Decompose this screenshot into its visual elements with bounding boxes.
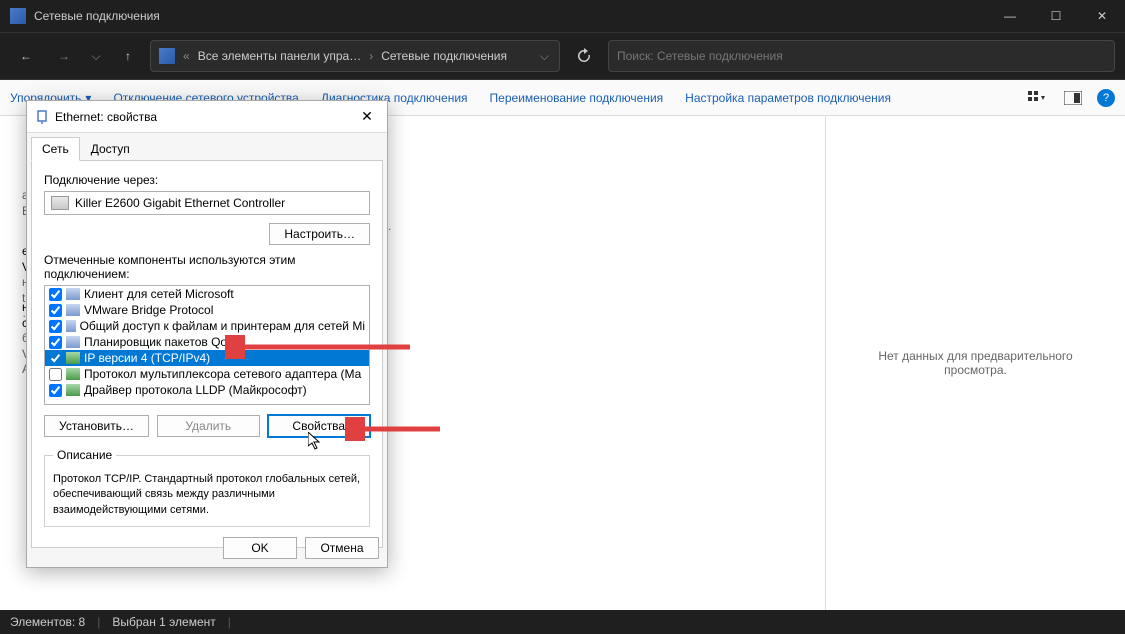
forward-button[interactable]: → <box>48 40 80 72</box>
client-icon <box>66 336 80 348</box>
component-checkbox[interactable] <box>49 336 62 349</box>
dialog-title-text: Ethernet: свойства <box>55 110 157 124</box>
view-icon <box>1028 91 1046 105</box>
component-checkbox[interactable] <box>49 320 62 333</box>
component-checkbox[interactable] <box>49 352 62 365</box>
description-group: Описание Протокол TCP/IP. Стандартный пр… <box>44 447 370 527</box>
component-row[interactable]: Планировщик пакетов QoS <box>45 334 369 350</box>
component-row[interactable]: IP версии 4 (TCP/IPv4) <box>45 350 369 366</box>
component-row[interactable]: Протокол мультиплексора сетевого адаптер… <box>45 366 369 382</box>
location-icon <box>159 48 175 64</box>
components-list[interactable]: Клиент для сетей Microsoft VMware Bridge … <box>44 285 370 405</box>
configure-button[interactable]: Настроить… <box>269 223 370 245</box>
component-label: Общий доступ к файлам и принтерам для се… <box>80 319 365 333</box>
search-placeholder: Поиск: Сетевые подключения <box>617 49 783 63</box>
connection-settings-button[interactable]: Настройка параметров подключения <box>685 91 891 105</box>
protocol-icon <box>66 384 80 396</box>
adapter-name: Killer E2600 Gigabit Ethernet Controller <box>75 196 285 210</box>
component-label: Протокол мультиплексора сетевого адаптер… <box>84 367 361 381</box>
preview-pane-button[interactable] <box>1061 86 1085 110</box>
chevron-icon: « <box>181 49 192 63</box>
cancel-button[interactable]: Отмена <box>305 537 379 559</box>
tab-network[interactable]: Сеть <box>31 137 80 161</box>
item-count: Элементов: 8 <box>10 615 85 629</box>
component-checkbox[interactable] <box>49 384 62 397</box>
component-row[interactable]: Драйвер протокола LLDP (Майкрософт) <box>45 382 369 398</box>
component-checkbox[interactable] <box>49 288 62 301</box>
dialog-close-button[interactable]: ✕ <box>355 105 379 129</box>
selection-count: Выбран 1 элемент <box>112 615 215 629</box>
status-bar: Элементов: 8 | Выбран 1 элемент | <box>0 610 1125 634</box>
ethernet-properties-dialog: Ethernet: свойства ✕ Сеть Доступ Подключ… <box>26 100 388 568</box>
minimize-button[interactable]: — <box>987 0 1033 32</box>
close-button[interactable]: ✕ <box>1079 0 1125 32</box>
component-row[interactable]: Общий доступ к файлам и принтерам для се… <box>45 318 369 334</box>
component-label: Драйвер протокола LLDP (Майкрософт) <box>84 383 307 397</box>
titlebar: Сетевые подключения — ☐ ✕ <box>0 0 1125 32</box>
tab-access[interactable]: Доступ <box>80 137 141 161</box>
description-text: Протокол TCP/IP. Стандартный протокол гл… <box>53 472 361 518</box>
rename-button[interactable]: Переименование подключения <box>490 91 664 105</box>
component-row[interactable]: Клиент для сетей Microsoft <box>45 286 369 302</box>
ethernet-icon <box>35 110 49 124</box>
tab-content: Подключение через: Killer E2600 Gigabit … <box>31 160 383 548</box>
preview-pane: Нет данных для предварительного просмотр… <box>825 116 1125 610</box>
properties-button[interactable]: Свойства <box>268 415 371 437</box>
component-row[interactable]: VMware Bridge Protocol <box>45 302 369 318</box>
description-title: Описание <box>53 447 116 464</box>
preview-icon <box>1064 91 1082 105</box>
refresh-icon <box>576 48 592 64</box>
component-label: VMware Bridge Protocol <box>84 303 213 317</box>
up-button[interactable]: ↑ <box>112 40 144 72</box>
preview-empty-text: Нет данных для предварительного просмотр… <box>846 349 1105 377</box>
component-checkbox[interactable] <box>49 304 62 317</box>
connect-via-label: Подключение через: <box>44 173 370 187</box>
client-icon <box>66 304 80 316</box>
adapter-icon <box>51 196 69 210</box>
breadcrumb-current[interactable]: Сетевые подключения <box>381 49 507 63</box>
chevron-icon: › <box>367 49 375 63</box>
adapter-field: Killer E2600 Gigabit Ethernet Controller <box>44 191 370 215</box>
uninstall-button[interactable]: Удалить <box>157 415 260 437</box>
navigation-bar: ← → ⌵ ↑ « Все элементы панели упра… › Се… <box>0 32 1125 80</box>
history-dropdown[interactable]: ⌵ <box>86 40 106 72</box>
protocol-icon <box>66 368 80 380</box>
component-label: Клиент для сетей Microsoft <box>84 287 234 301</box>
protocol-icon <box>66 352 80 364</box>
breadcrumb-parent[interactable]: Все элементы панели упра… <box>198 49 362 63</box>
install-button[interactable]: Установить… <box>44 415 149 437</box>
window-controls: — ☐ ✕ <box>987 0 1125 32</box>
component-label: Планировщик пакетов QoS <box>84 335 235 349</box>
search-input[interactable]: Поиск: Сетевые подключения <box>608 40 1115 72</box>
component-checkbox[interactable] <box>49 368 62 381</box>
dialog-tabs: Сеть Доступ <box>27 133 387 161</box>
window-title: Сетевые подключения <box>34 9 987 23</box>
help-button[interactable]: ? <box>1097 89 1115 107</box>
client-icon <box>66 320 76 332</box>
address-bar[interactable]: « Все элементы панели упра… › Сетевые по… <box>150 40 560 72</box>
separator: | <box>228 615 231 629</box>
view-options-button[interactable] <box>1025 86 1049 110</box>
app-icon <box>10 8 26 24</box>
client-icon <box>66 288 80 300</box>
dropdown-icon[interactable]: ⌵ <box>538 49 551 64</box>
maximize-button[interactable]: ☐ <box>1033 0 1079 32</box>
ok-button[interactable]: OK <box>223 537 297 559</box>
refresh-button[interactable] <box>566 40 602 72</box>
components-label: Отмеченные компоненты используются этим … <box>44 253 370 281</box>
separator: | <box>97 615 100 629</box>
dialog-titlebar[interactable]: Ethernet: свойства ✕ <box>27 101 387 133</box>
back-button[interactable]: ← <box>10 40 42 72</box>
component-label: IP версии 4 (TCP/IPv4) <box>84 351 210 365</box>
